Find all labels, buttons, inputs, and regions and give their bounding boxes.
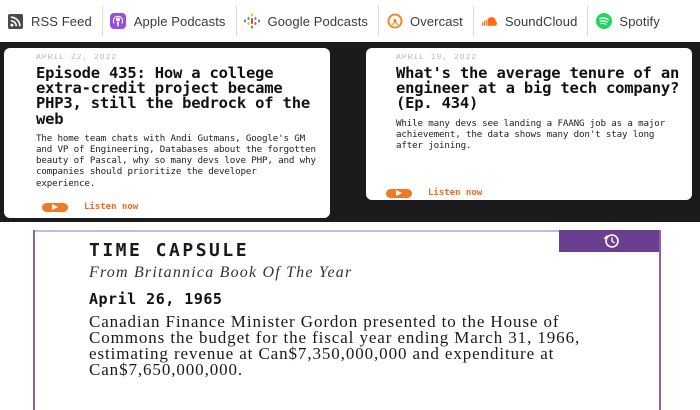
time-capsule-date: April 26, 1965	[89, 290, 223, 308]
time-capsule-title: TIME CAPSULE	[89, 240, 250, 261]
listen-now-label: Listen now	[84, 202, 139, 212]
soundcloud-link[interactable]: SoundCloud	[474, 6, 589, 36]
episode-date: APRIL 19, 2022	[396, 54, 478, 62]
episode-card[interactable]: APRIL 22, 2022 Episode 435: How a colleg…	[4, 48, 330, 218]
google-podcasts-link[interactable]: Google Podcasts	[237, 6, 380, 36]
google-podcasts-label: Google Podcasts	[267, 13, 369, 29]
spotify-icon	[595, 13, 612, 30]
apple-podcasts-link[interactable]: Apple Podcasts	[103, 6, 237, 36]
rss-feed-label: RSS Feed	[31, 13, 92, 29]
podcast-episodes-section: APRIL 22, 2022 Episode 435: How a colleg…	[0, 42, 700, 222]
spotify-label: Spotify	[619, 13, 660, 29]
time-capsule-subtitle: From Britannica Book Of The Year	[89, 264, 353, 281]
soundcloud-icon	[481, 13, 498, 30]
play-icon	[386, 188, 412, 198]
spotify-link[interactable]: Spotify	[588, 6, 669, 36]
rss-feed-link[interactable]: RSS Feed	[0, 6, 103, 36]
listen-now-button[interactable]: Listen now	[386, 188, 482, 198]
overcast-link[interactable]: Overcast	[379, 6, 474, 36]
episode-date: APRIL 22, 2022	[36, 54, 118, 62]
apple-podcasts-icon	[110, 13, 127, 30]
podcast-links-bar: RSS Feed Apple Podcasts Google Podcasts …	[0, 0, 700, 42]
episode-title[interactable]: Episode 435: How a college extra-credit …	[36, 65, 320, 127]
listen-now-button[interactable]: Listen now	[42, 202, 138, 212]
episode-description: The home team chats with Andi Gutmans, G…	[36, 132, 316, 189]
play-icon	[42, 202, 68, 212]
overcast-label: Overcast	[410, 13, 463, 29]
time-capsule-text: Canadian Finance Minister Gordon present…	[89, 312, 581, 379]
episode-title[interactable]: What's the average tenure of an engineer…	[396, 65, 682, 112]
time-capsule-badge	[559, 230, 659, 252]
rss-icon	[7, 13, 24, 30]
soundcloud-label: SoundCloud	[504, 13, 578, 29]
google-podcasts-icon	[244, 13, 261, 30]
episode-card[interactable]: APRIL 19, 2022 What's the average tenure…	[366, 48, 692, 200]
time-capsule-panel: TIME CAPSULE From Britannica Book Of The…	[33, 230, 661, 410]
clock-icon	[603, 233, 621, 254]
listen-now-label: Listen now	[428, 188, 483, 198]
overcast-icon	[386, 13, 403, 30]
episode-description: While many devs see landing a FAANG job …	[396, 117, 666, 152]
apple-podcasts-label: Apple Podcasts	[133, 13, 226, 29]
